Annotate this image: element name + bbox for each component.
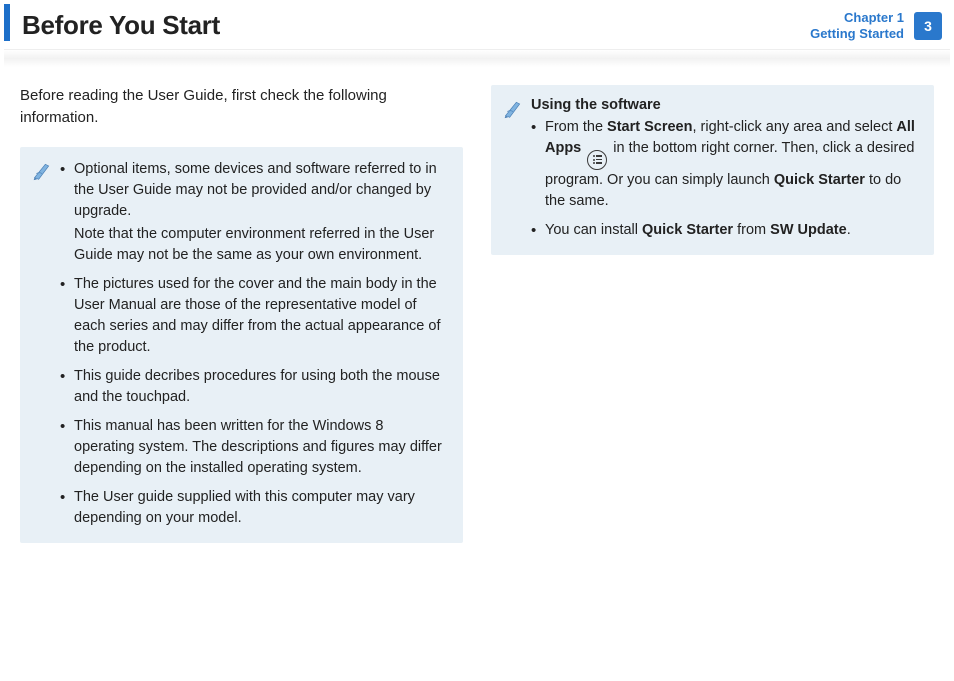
bullet-subtext: Note that the computer environment refer… <box>74 224 447 266</box>
text-run: You can install <box>545 222 642 238</box>
intro-text: Before reading the User Guide, first che… <box>20 85 463 129</box>
text-bold: Quick Starter <box>774 172 865 188</box>
list-item: The pictures used for the cover and the … <box>60 274 447 358</box>
chapter-label: Chapter 1 Getting Started <box>810 10 904 41</box>
list-item: Optional items, some devices and softwar… <box>60 159 447 266</box>
page-title: Before You Start <box>22 10 220 41</box>
header-divider <box>4 49 950 67</box>
bullet-text: Optional items, some devices and softwar… <box>74 161 437 219</box>
list-item: This guide decribes procedures for using… <box>60 366 447 408</box>
list-item: From the Start Screen, right-click any a… <box>531 117 918 212</box>
chapter-line-1: Chapter 1 <box>810 10 904 26</box>
page-header: Before You Start Chapter 1 Getting Start… <box>4 4 950 41</box>
text-run: from <box>733 222 770 238</box>
chapter-line-2: Getting Started <box>810 26 904 42</box>
text-run: From the <box>545 119 607 135</box>
note-body-right: Using the software From the Start Screen… <box>531 97 918 241</box>
left-bullet-list: Optional items, some devices and softwar… <box>60 159 447 529</box>
list-item: You can install Quick Starter from SW Up… <box>531 220 918 241</box>
note-heading: Using the software <box>531 97 918 113</box>
chapter-block: Chapter 1 Getting Started 3 <box>810 10 950 41</box>
text-bold: Start Screen <box>607 119 692 135</box>
note-box-left: Optional items, some devices and softwar… <box>20 147 463 543</box>
note-icon <box>503 99 523 119</box>
right-column: Using the software From the Start Screen… <box>491 85 934 543</box>
all-apps-icon <box>587 150 607 170</box>
list-item: The User guide supplied with this comput… <box>60 487 447 529</box>
text-run: . <box>847 222 851 238</box>
list-item: This manual has been written for the Win… <box>60 416 447 479</box>
page-number-badge: 3 <box>914 12 942 40</box>
text-run: , right-click any area and select <box>692 119 896 135</box>
note-box-right: Using the software From the Start Screen… <box>491 85 934 255</box>
left-column: Before reading the User Guide, first che… <box>20 85 463 543</box>
text-bold: Quick Starter <box>642 222 733 238</box>
note-body-left: Optional items, some devices and softwar… <box>60 159 447 529</box>
text-bold: SW Update <box>770 222 847 238</box>
right-bullet-list: From the Start Screen, right-click any a… <box>531 117 918 241</box>
note-icon <box>32 161 52 181</box>
content-columns: Before reading the User Guide, first che… <box>0 67 954 543</box>
